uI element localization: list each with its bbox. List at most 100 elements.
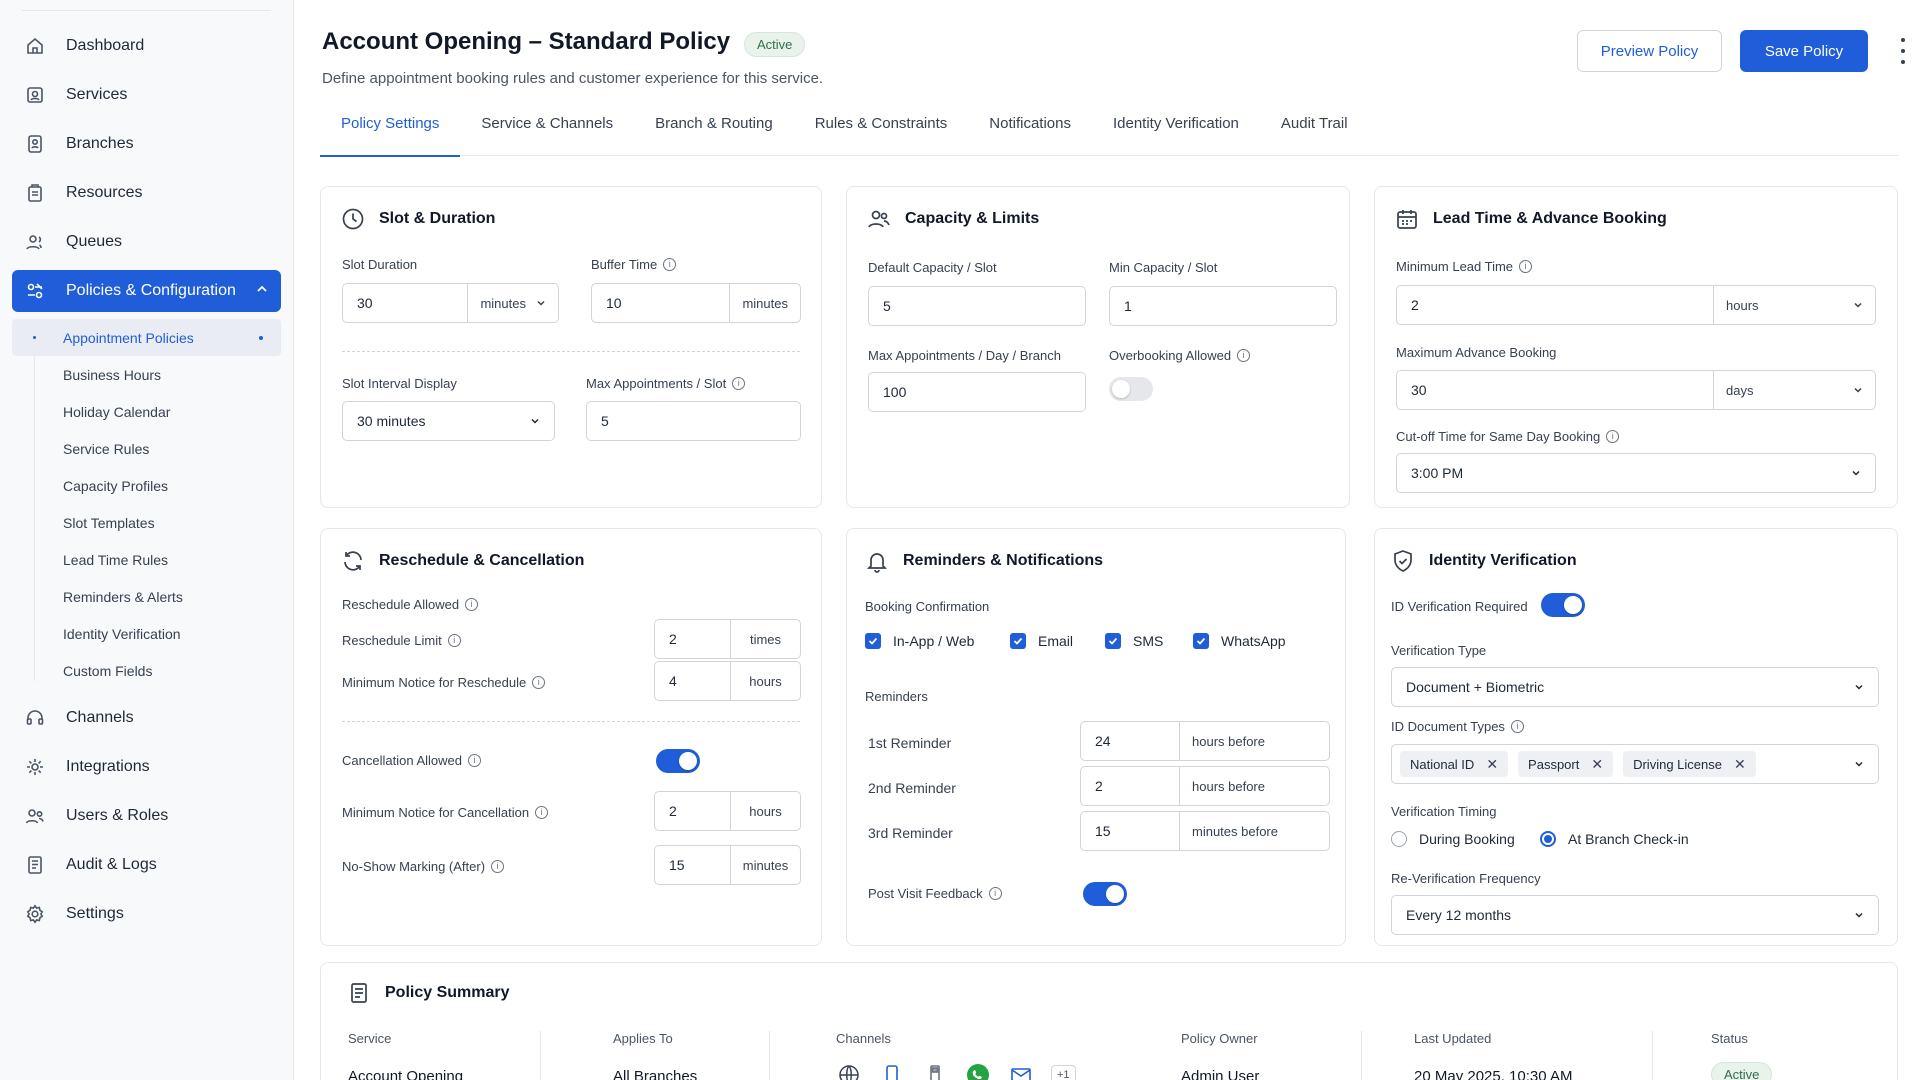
id-required-toggle[interactable] [1541,593,1585,617]
info-icon[interactable]: i [1510,720,1524,733]
sidebar-item-settings[interactable]: Settings [12,893,281,935]
unit-select[interactable]: days [1713,371,1875,409]
lead-time-card: Lead Time & Advance Booking Minimum Lead… [1374,186,1898,508]
min-lead-time-field[interactable]: 2 hours [1396,285,1876,325]
tab-notifications[interactable]: Notifications [968,112,1092,156]
subnav-item-appointment-policies[interactable]: Appointment Policies [12,319,281,356]
reminder-3-field[interactable]: 15 minutes before [1080,811,1330,851]
id-doc-types-label: ID Document Types i [1391,719,1524,734]
overbooking-toggle[interactable] [1109,377,1153,401]
min-capacity-field[interactable]: 1 [1109,286,1337,326]
reverification-select[interactable]: Every 12 months [1391,895,1879,935]
timing-branch-checkin-radio[interactable]: At Branch Check-in [1540,831,1689,847]
info-icon[interactable]: i [465,598,479,611]
cancel-notice-field[interactable]: 2 hours [654,791,801,831]
default-capacity-field[interactable]: 5 [868,286,1086,326]
tab-audit-trail[interactable]: Audit Trail [1260,112,1369,156]
sms-checkbox[interactable]: SMS [1105,633,1163,649]
reschedule-allowed-label: Reschedule Allowed i [342,597,479,612]
subnav-item-business-hours[interactable]: Business Hours [12,356,281,393]
slot-duration-field[interactable]: 30 minutes [342,283,559,323]
info-icon[interactable]: i [467,754,481,767]
tab-rules-constraints[interactable]: Rules & Constraints [794,112,969,156]
timing-during-booking-radio[interactable]: During Booking [1391,831,1515,847]
summary-value: All Branches [613,1068,698,1080]
field-value: 15 [669,857,685,873]
tab-policy-settings[interactable]: Policy Settings [320,112,461,157]
sidebar-item-queues[interactable]: Queues [12,221,281,263]
radio-circle [1391,831,1407,847]
subnav-item-holiday-calendar[interactable]: Holiday Calendar [12,393,281,430]
slot-interval-select[interactable]: 30 minutes [342,401,555,441]
field-value: 2 [669,631,677,647]
subnav-item-slot-templates[interactable]: Slot Templates [12,504,281,541]
verification-type-select[interactable]: Document + Biometric [1391,667,1879,707]
feedback-toggle[interactable] [1083,882,1127,906]
close-icon[interactable]: ✕ [1591,756,1603,773]
status-badge: Active [1711,1062,1773,1080]
info-icon[interactable]: i [1606,430,1620,443]
cancellation-toggle[interactable] [656,749,700,773]
save-policy-button[interactable]: Save Policy [1740,30,1868,72]
reminder-2-field[interactable]: 2 hours before [1080,766,1330,806]
subnav-label: Identity Verification [63,625,181,642]
sidebar-item-channels[interactable]: Channels [12,697,281,739]
sidebar-item-label: Settings [66,905,124,922]
divider [1361,1031,1362,1080]
max-per-day-field[interactable]: 100 [868,372,1086,412]
close-icon[interactable]: ✕ [1486,756,1498,773]
max-per-slot-field[interactable]: 5 [586,401,801,441]
field-value: 10 [606,295,622,311]
subnav-label: Business Hours [63,366,162,383]
info-icon[interactable]: i [1237,349,1251,362]
subnav-item-reminders-alerts[interactable]: Reminders & Alerts [12,578,281,615]
more-channels-badge[interactable]: +1 [1051,1065,1076,1080]
info-icon[interactable]: i [535,806,549,819]
unit-select[interactable]: hours [1713,286,1875,324]
sidebar-item-label: Policies & Configuration [66,282,236,299]
reminder-1-field[interactable]: 24 hours before [1080,721,1330,761]
noshow-field[interactable]: 15 minutes [654,845,801,885]
card-header: Reminders & Notifications [865,549,1103,573]
subnav-item-lead-time-rules[interactable]: Lead Time Rules [12,541,281,578]
sidebar-item-resources[interactable]: Resources [12,172,281,214]
id-doc-types-select[interactable]: National ID ✕ Passport ✕ Driving License ✕ [1391,744,1879,784]
reschedule-limit-field[interactable]: 2 times [654,619,801,659]
sidebar-item-users-roles[interactable]: Users & Roles [12,795,281,837]
info-icon[interactable]: i [491,860,505,873]
field-value: 30 [357,295,373,311]
whatsapp-checkbox[interactable]: WhatsApp [1193,633,1286,649]
buffer-time-field[interactable]: 10 minutes [591,283,801,323]
preview-policy-button[interactable]: Preview Policy [1577,30,1722,72]
reschedule-notice-label: Minimum Notice for Reschedule i [342,675,546,690]
subnav-item-custom-fields[interactable]: Custom Fields [12,652,281,689]
info-icon[interactable]: i [447,634,461,647]
sidebar-item-integrations[interactable]: Integrations [12,746,281,788]
tab-service-channels[interactable]: Service & Channels [460,112,634,156]
info-icon[interactable]: i [1519,260,1533,273]
sidebar-item-dashboard[interactable]: Dashboard [12,25,281,67]
sidebar-item-services[interactable]: Services [12,74,281,116]
email-checkbox[interactable]: Email [1010,633,1073,649]
info-icon[interactable]: i [988,887,1002,900]
cutoff-time-select[interactable]: 3:00 PM [1396,453,1876,493]
sidebar-item-policies[interactable]: Policies & Configuration [12,270,281,312]
tab-identity-verification[interactable]: Identity Verification [1092,112,1260,156]
sidebar-item-audit-logs[interactable]: Audit & Logs [12,844,281,886]
info-icon[interactable]: i [663,258,677,271]
close-icon[interactable]: ✕ [1734,756,1746,773]
max-advance-field[interactable]: 30 days [1396,370,1876,410]
unit-select[interactable]: minutes [467,284,558,322]
inapp-checkbox[interactable]: In-App / Web [865,633,974,649]
more-options-icon[interactable] [1894,38,1912,64]
subnav-item-service-rules[interactable]: Service Rules [12,430,281,467]
sidebar-item-label: Services [66,86,128,103]
reschedule-notice-field[interactable]: 4 hours [654,661,801,701]
info-icon[interactable]: i [532,676,546,689]
audit-icon [24,854,46,876]
subnav-item-identity-verification[interactable]: Identity Verification [12,615,281,652]
tab-branch-routing[interactable]: Branch & Routing [634,112,794,156]
subnav-item-capacity-profiles[interactable]: Capacity Profiles [12,467,281,504]
sidebar-item-branches[interactable]: Branches [12,123,281,165]
info-icon[interactable]: i [732,377,746,390]
